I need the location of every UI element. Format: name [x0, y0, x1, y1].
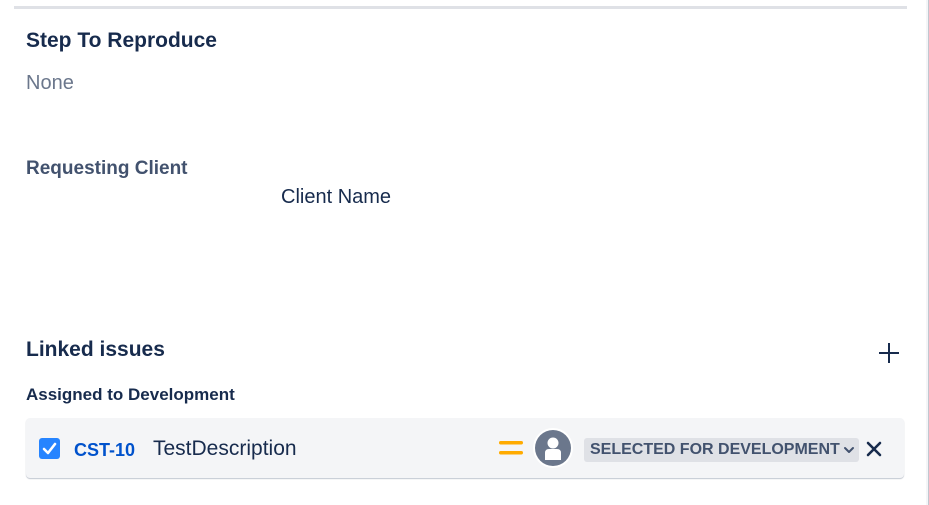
- task-type-icon: [39, 438, 60, 459]
- requesting-client-value[interactable]: Client Name: [281, 186, 391, 209]
- step-to-reproduce-heading: Step To Reproduce: [26, 29, 217, 52]
- issue-summary[interactable]: TestDescription: [153, 437, 297, 461]
- priority-medium-icon: [499, 439, 523, 457]
- status-label: SELECTED FOR DEVELOPMENT: [590, 441, 840, 458]
- step-to-reproduce-value[interactable]: None: [26, 72, 74, 95]
- status-dropdown[interactable]: SELECTED FOR DEVELOPMENT: [584, 438, 859, 462]
- linked-issues-heading: Linked issues: [26, 338, 165, 361]
- remove-link-button[interactable]: [863, 438, 885, 460]
- add-linked-issue-button[interactable]: [876, 340, 902, 366]
- requesting-client-label: Requesting Client: [26, 158, 188, 179]
- chevron-down-icon: [843, 447, 854, 453]
- link-type-label: Assigned to Development: [26, 385, 235, 404]
- default-avatar-icon[interactable]: [533, 428, 573, 468]
- close-icon: [866, 441, 882, 457]
- linked-issue-row[interactable]: CST-10 TestDescription SELECTED FOR DEVE…: [26, 418, 904, 478]
- plus-icon: [879, 343, 899, 363]
- issue-key-link[interactable]: CST-10: [74, 440, 135, 461]
- section-divider: [14, 6, 907, 9]
